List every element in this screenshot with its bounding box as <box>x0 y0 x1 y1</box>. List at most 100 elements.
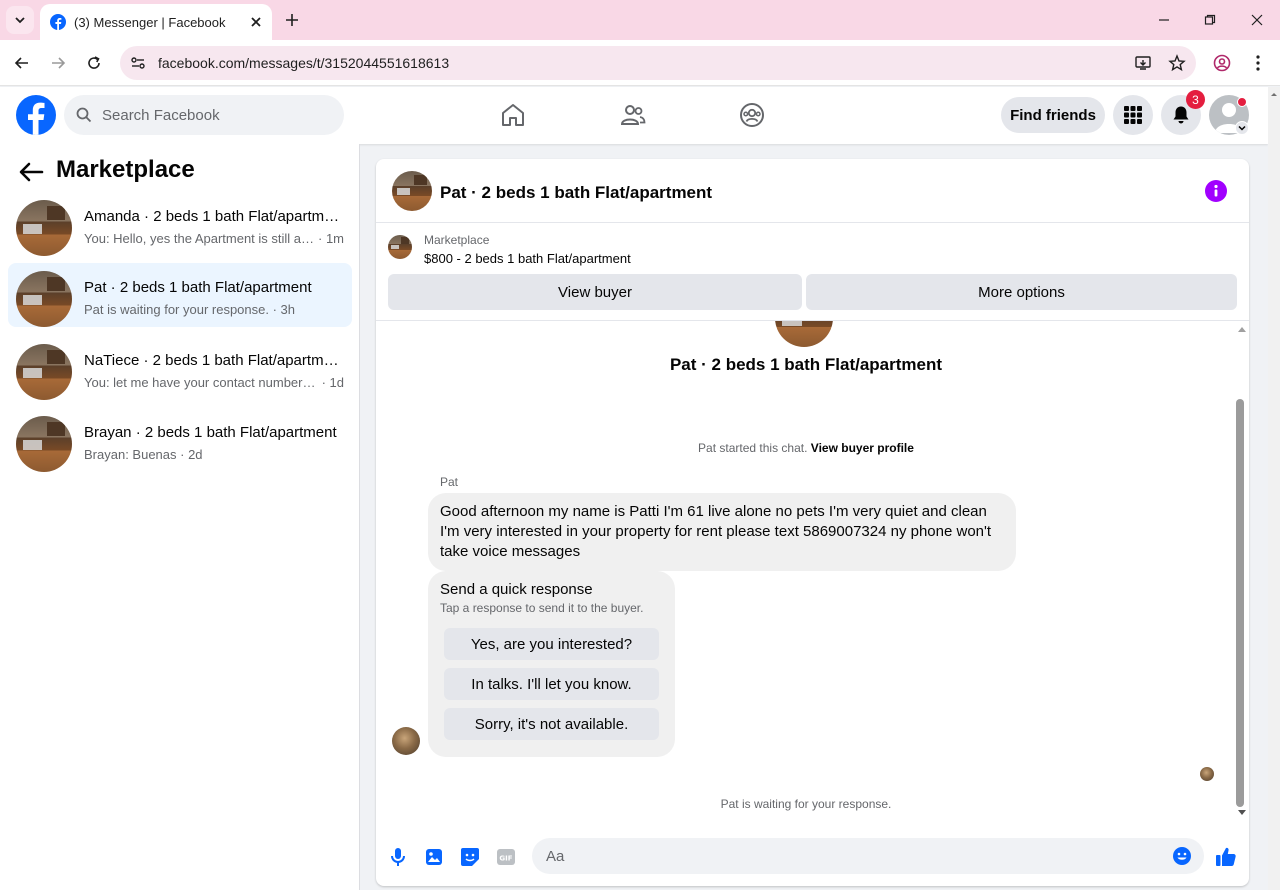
reload-button[interactable] <box>80 49 108 77</box>
conversation-meta: Pat is waiting for your response. · 3h <box>84 302 344 317</box>
microphone-icon <box>391 848 405 866</box>
arrow-right-icon <box>52 57 66 69</box>
sender-avatar[interactable] <box>392 727 420 755</box>
conversation-name: NaTiece · 2 beds 1 bath Flat/apartment <box>84 352 344 369</box>
chat-started-notice: Pat started this chat. View buyer profil… <box>376 441 1236 455</box>
profile-button[interactable] <box>1208 49 1236 77</box>
separator-dot: · <box>317 375 330 390</box>
quick-response-option[interactable]: Yes, are you interested? <box>444 628 659 660</box>
message-input-wrapper[interactable] <box>532 838 1204 874</box>
gif-button[interactable]: GIF <box>494 845 518 869</box>
close-icon <box>1251 14 1263 26</box>
kebab-menu-icon <box>1256 55 1260 71</box>
url-text: facebook.com/messages/t/3152044551618613 <box>158 55 450 71</box>
bookmark-star-icon[interactable] <box>1168 54 1186 72</box>
svg-text:GIF: GIF <box>499 855 512 863</box>
chat-title[interactable]: Pat · 2 beds 1 bath Flat/apartment <box>440 183 712 203</box>
conversation-item[interactable]: NaTiece · 2 beds 1 bath Flat/apartment Y… <box>8 340 352 404</box>
account-dropdown[interactable] <box>1235 121 1249 135</box>
close-window-button[interactable] <box>1243 6 1271 34</box>
facebook-header: Find friends 3 <box>0 87 1268 144</box>
bell-icon <box>1173 106 1189 124</box>
search-icon <box>76 107 92 123</box>
scroll-up-arrow-icon[interactable] <box>1268 89 1280 101</box>
quick-response-option[interactable]: In talks. I'll let you know. <box>444 668 659 700</box>
conversation-item[interactable]: Amanda · 2 beds 1 bath Flat/apartment Yo… <box>8 196 352 260</box>
home-nav[interactable] <box>495 97 531 133</box>
listing-title[interactable]: $800 - 2 beds 1 bath Flat/apartment <box>424 251 631 266</box>
conversation-time: 3h <box>280 302 296 317</box>
listing-thumbnail <box>16 271 72 327</box>
facebook-f-icon <box>28 102 45 135</box>
separator-dot: · <box>268 302 281 317</box>
conversation-time: 1d <box>329 375 344 390</box>
menu-button[interactable] <box>1113 95 1153 135</box>
restore-button[interactable] <box>1196 6 1224 34</box>
sticker-button[interactable] <box>458 845 482 869</box>
chat-avatar[interactable] <box>392 171 432 211</box>
tab-title: (3) Messenger | Facebook <box>74 14 226 30</box>
conversation-meta: You: Hello, yes the Apartment is still a… <box>84 231 344 246</box>
install-app-icon[interactable] <box>1134 54 1152 72</box>
chat-header: Pat · 2 beds 1 bath Flat/apartment <box>376 159 1249 223</box>
conversation-meta: You: let me have your contact number ple… <box>84 375 344 390</box>
address-bar[interactable]: facebook.com/messages/t/3152044551618613 <box>120 46 1196 80</box>
thread-scrollbar-thumb[interactable] <box>1236 399 1244 807</box>
facebook-search[interactable] <box>64 95 344 135</box>
close-tab-icon[interactable] <box>250 16 262 28</box>
arrow-left-icon <box>19 162 44 182</box>
conversation-meta: Brayan: Buenas · 2d <box>84 447 344 462</box>
search-input[interactable] <box>100 105 320 125</box>
info-icon <box>1214 184 1218 197</box>
listing-thumbnail[interactable] <box>388 235 412 259</box>
quick-response-title: Send a quick response <box>440 581 593 598</box>
new-tab-button[interactable] <box>280 8 304 32</box>
back-button[interactable] <box>18 160 44 184</box>
view-buyer-profile-link[interactable]: View buyer profile <box>811 441 914 455</box>
conversation-item[interactable]: Brayan · 2 beds 1 bath Flat/apartment Br… <box>8 412 352 476</box>
conversation-time: 2d <box>188 447 203 462</box>
quick-response-subtitle: Tap a response to send it to the buyer. <box>440 601 644 615</box>
page-scrollbar[interactable] <box>1268 87 1280 890</box>
facebook-logo[interactable] <box>16 95 56 135</box>
reload-icon <box>88 56 100 69</box>
emoji-icon[interactable] <box>1172 846 1192 866</box>
conversation-name: Amanda · 2 beds 1 bath Flat/apartment <box>84 208 344 225</box>
find-friends-button[interactable]: Find friends <box>1001 97 1105 133</box>
browser-menu-button[interactable] <box>1244 49 1272 77</box>
thumbs-up-icon <box>1216 847 1236 866</box>
sticker-icon <box>461 848 479 866</box>
sender-name: Pat <box>440 475 459 489</box>
plus-icon <box>286 14 298 26</box>
browser-tab[interactable]: (3) Messenger | Facebook <box>40 4 272 40</box>
send-like-button[interactable] <box>1214 845 1238 869</box>
conversation-item-active[interactable]: Pat · 2 beds 1 bath Flat/apartment Pat i… <box>8 263 352 327</box>
scroll-up-arrow-icon[interactable] <box>1237 325 1247 333</box>
more-options-button[interactable]: More options <box>806 274 1237 310</box>
conversation-preview: Pat is waiting for your response. <box>84 302 269 317</box>
minimize-button[interactable] <box>1150 6 1178 34</box>
groups-nav[interactable] <box>734 97 770 133</box>
message-thread[interactable]: Pat · 2 beds 1 bath Flat/apartment Pat s… <box>376 321 1249 831</box>
attach-photo-button[interactable] <box>422 845 446 869</box>
notification-badge: 3 <box>1186 90 1205 109</box>
scroll-down-arrow-icon[interactable] <box>1237 809 1247 817</box>
incoming-message-bubble[interactable]: Good afternoon my name is Patti I'm 61 l… <box>428 493 1016 571</box>
site-settings-icon[interactable] <box>130 55 146 71</box>
conversation-preview: Brayan: Buenas <box>84 447 177 462</box>
listing-source: Marketplace <box>424 233 490 247</box>
voice-clip-button[interactable] <box>386 845 410 869</box>
quick-response-option[interactable]: Sorry, it's not available. <box>444 708 659 740</box>
back-button[interactable] <box>8 49 36 77</box>
view-buyer-button[interactable]: View buyer <box>388 274 802 310</box>
conversation-info-button[interactable] <box>1205 180 1227 202</box>
conversation-heading: Pat · 2 beds 1 bath Flat/apartment <box>669 355 943 374</box>
listing-bar: Marketplace $800 - 2 beds 1 bath Flat/ap… <box>376 224 1249 321</box>
conversation-avatar <box>775 321 833 347</box>
forward-button[interactable] <box>44 49 72 77</box>
started-text: Pat started this chat. <box>698 441 808 455</box>
tab-search-button[interactable] <box>6 6 34 34</box>
message-input[interactable] <box>544 846 1172 866</box>
separator-dot: · <box>314 231 326 246</box>
friends-nav[interactable] <box>615 97 651 133</box>
